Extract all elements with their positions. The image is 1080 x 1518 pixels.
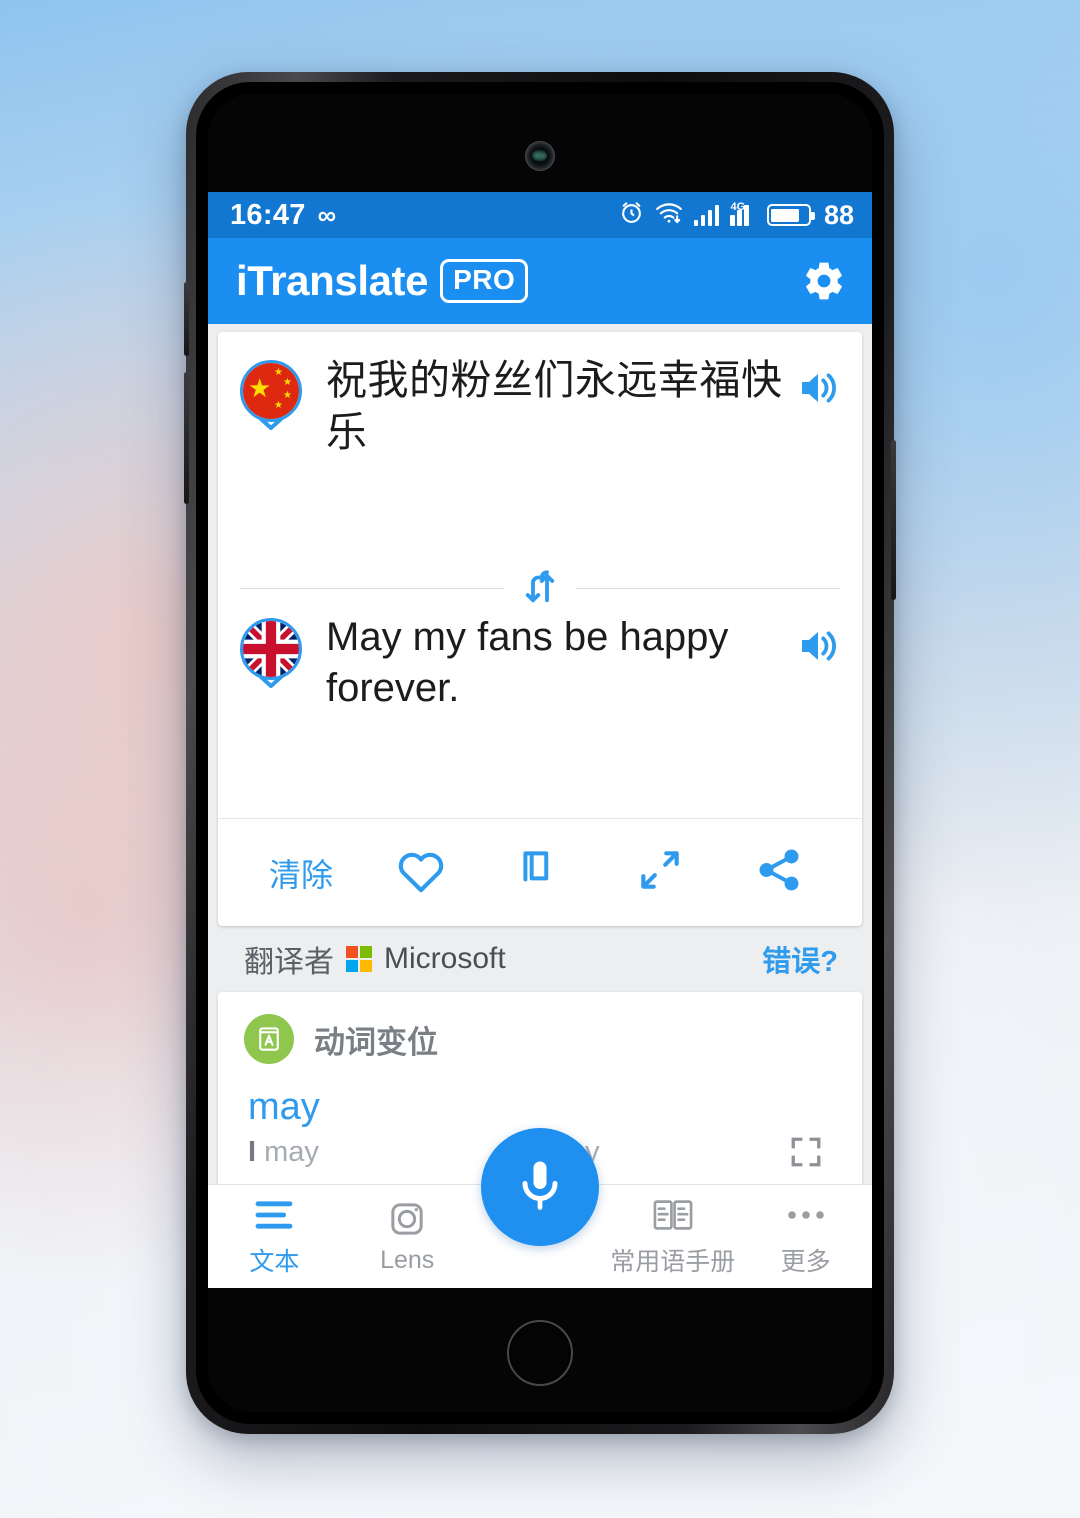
phone-device-frame: 16:47 ∞ 4G 88 iTranslate PRO ★ ★ ★ ★ ★ 祝… (184, 72, 896, 1434)
camera-lens-icon (387, 1199, 427, 1239)
nav-text-label: 文本 (249, 1248, 300, 1276)
infinity-icon: ∞ (317, 200, 337, 230)
wifi-download-icon (655, 201, 683, 230)
china-flag-icon: ★ ★ ★ ★ ★ (240, 360, 302, 422)
clear-button[interactable]: 清除 (256, 838, 346, 908)
front-camera-icon (525, 141, 555, 171)
nav-text[interactable]: 文本 (208, 1185, 341, 1288)
nav-lens-label: Lens (380, 1245, 435, 1274)
provider-name: Microsoft (384, 942, 506, 975)
chevron-down-icon (257, 674, 285, 690)
verb: may (264, 1136, 319, 1168)
conjugation-title: 动词变位 (314, 1024, 438, 1060)
home-button[interactable] (507, 1320, 573, 1386)
status-time: 16:47 (230, 198, 306, 231)
phrasebook-icon (651, 1195, 695, 1235)
nav-more[interactable]: 更多 (739, 1185, 872, 1288)
nav-phrasebook[interactable]: 常用语手册 (606, 1185, 739, 1288)
clear-button-label: 清除 (268, 856, 333, 893)
copy-button[interactable] (495, 838, 585, 908)
source-speaker-icon[interactable] (796, 366, 844, 410)
status-bar-right: 4G 88 (619, 200, 854, 231)
target-text: May my fans be happy forever. (326, 615, 729, 711)
power-button[interactable] (891, 440, 896, 600)
phone-screen: 16:47 ∞ 4G 88 iTranslate PRO ★ ★ ★ ★ ★ 祝… (208, 192, 872, 1288)
target-speaker-icon[interactable] (796, 624, 844, 668)
dictionary-book-icon (244, 1014, 294, 1064)
app-bar: iTranslate PRO (208, 238, 872, 324)
gear-icon[interactable] (802, 259, 846, 303)
conjugation-word[interactable]: may (248, 1086, 838, 1129)
nav-lens[interactable]: Lens (341, 1185, 474, 1288)
favorite-button[interactable] (376, 838, 466, 908)
provider-info: 翻译者 Microsoft (244, 937, 506, 981)
pro-badge: PRO (440, 259, 529, 303)
status-bar: 16:47 ∞ 4G 88 (208, 192, 872, 238)
expand-button[interactable] (615, 838, 705, 908)
volume-down-button[interactable] (184, 372, 189, 504)
swap-vertical-icon[interactable] (512, 562, 568, 614)
phone-glass: 16:47 ∞ 4G 88 iTranslate PRO ★ ★ ★ ★ ★ 祝… (208, 94, 872, 1412)
main-content: ★ ★ ★ ★ ★ 祝我的粉丝们永远幸福快乐 May my fans be ha… (208, 324, 872, 1240)
signal-bars-4g-icon: 4G (730, 201, 756, 226)
nav-more-label: 更多 (780, 1248, 831, 1276)
app-brand: iTranslate PRO (236, 257, 529, 305)
source-language-row: ★ ★ ★ ★ ★ 祝我的粉丝们永远幸福快乐 (218, 332, 862, 586)
network-type-label: 4G (730, 201, 746, 213)
status-bar-left: 16:47 ∞ (230, 199, 336, 232)
translation-card: ★ ★ ★ ★ ★ 祝我的粉丝们永远幸福快乐 May my fans be ha… (218, 332, 862, 926)
microphone-icon (510, 1155, 570, 1220)
chevron-down-icon (257, 416, 285, 432)
volume-up-button[interactable] (184, 282, 189, 356)
report-error-link[interactable]: 错误? (762, 938, 838, 980)
source-text[interactable]: 祝我的粉丝们永远幸福快乐 (302, 354, 796, 459)
voice-input-fab[interactable] (481, 1128, 599, 1246)
text-lines-icon (253, 1195, 295, 1235)
translation-provider-row: 翻译者 Microsoft 错误? (218, 926, 862, 992)
heart-icon (395, 846, 447, 899)
alarm-clock-icon (619, 200, 644, 230)
app-title: iTranslate (236, 257, 429, 304)
target-language-row: May my fans be happy forever. (218, 590, 862, 818)
conjugation-cell: I may (248, 1135, 498, 1170)
united-kingdom-flag-icon (240, 618, 302, 680)
battery-level-label: 88 (823, 199, 854, 230)
copy-icon (515, 845, 565, 900)
conjugation-header: 动词变位 (244, 1014, 838, 1064)
pronoun: I (248, 1136, 257, 1168)
signal-bars-icon (693, 204, 720, 226)
language-divider: . (218, 562, 862, 614)
target-language-selector[interactable] (240, 618, 302, 688)
phone-bezel: 16:47 ∞ 4G 88 iTranslate PRO ★ ★ ★ ★ ★ 祝… (196, 82, 884, 1424)
action-toolbar: 清除 (218, 818, 862, 926)
translator-label: 翻译者 (244, 946, 334, 979)
expand-arrows-icon (635, 845, 685, 900)
nav-phrasebook-label: 常用语手册 (610, 1248, 736, 1276)
share-button[interactable] (734, 838, 824, 908)
microsoft-logo-icon (346, 946, 372, 972)
battery-icon (766, 204, 815, 226)
fullscreen-icon[interactable] (788, 1134, 824, 1170)
more-dots-icon (784, 1195, 828, 1235)
source-language-selector[interactable]: ★ ★ ★ ★ ★ (240, 360, 302, 430)
share-icon (754, 845, 804, 900)
